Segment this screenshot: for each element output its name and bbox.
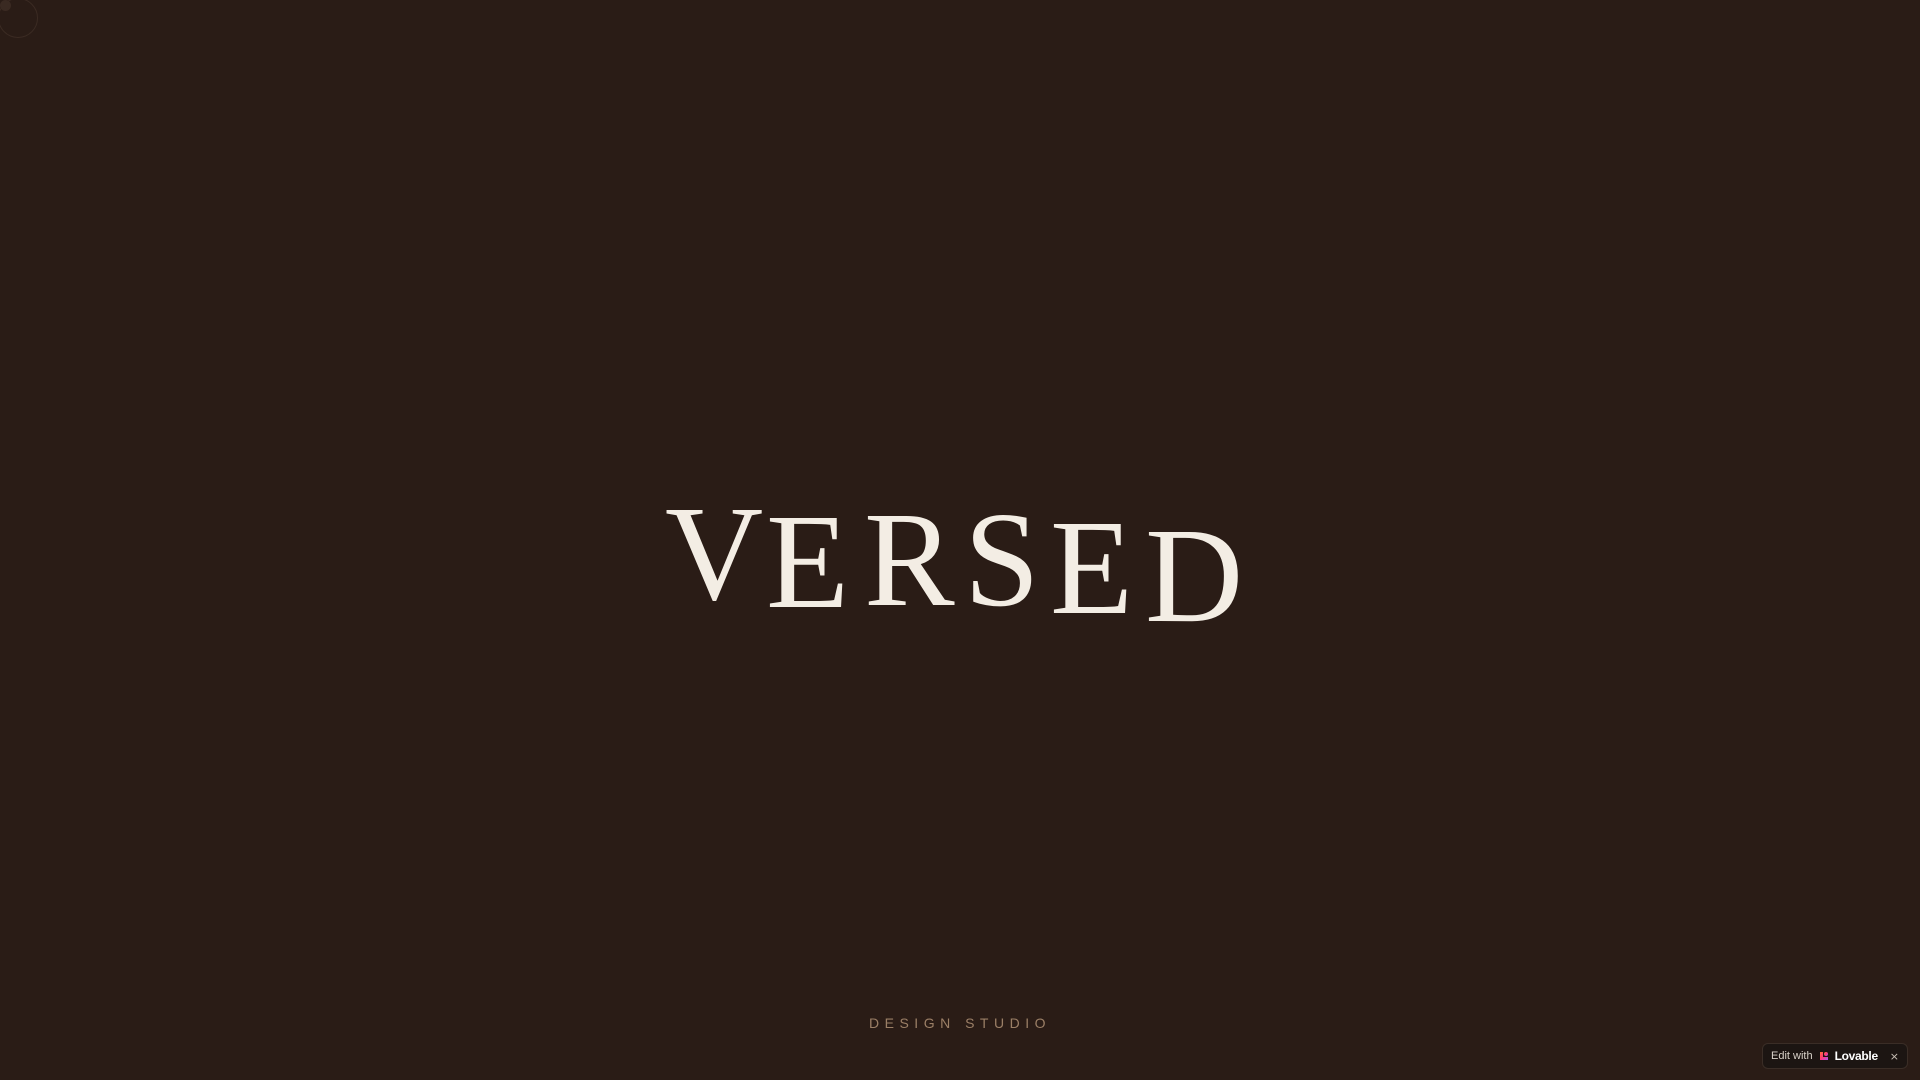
lovable-logo-text: Lovable [1834,1049,1879,1063]
heart-icon [1819,1052,1828,1060]
brand-wordmark: V E R S E D [0,0,1920,1080]
wordmark-letter: E [766,487,850,637]
badge-prefix: Edit with [1771,1050,1813,1062]
wordmark-letter: E [1050,493,1134,643]
wordmark-letter: D [1145,501,1244,651]
wordmark-letter: S [964,485,1040,635]
wordmark-letter: V [665,479,764,629]
wordmark-letter: R [864,485,955,635]
close-icon[interactable]: × [1890,1050,1899,1063]
edit-with-lovable-badge[interactable]: Edit with Lovable × [1762,1043,1908,1069]
tagline: DESIGN STUDIO [869,1015,1051,1031]
